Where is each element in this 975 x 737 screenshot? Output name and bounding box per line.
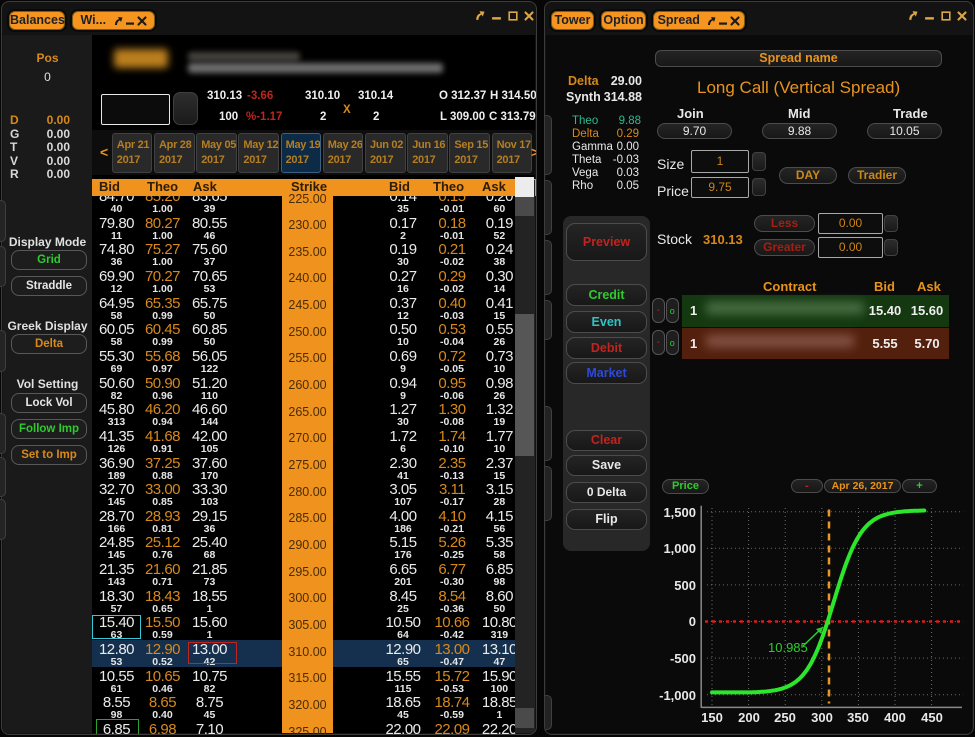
- svg-text:10.985: 10.985: [768, 640, 808, 655]
